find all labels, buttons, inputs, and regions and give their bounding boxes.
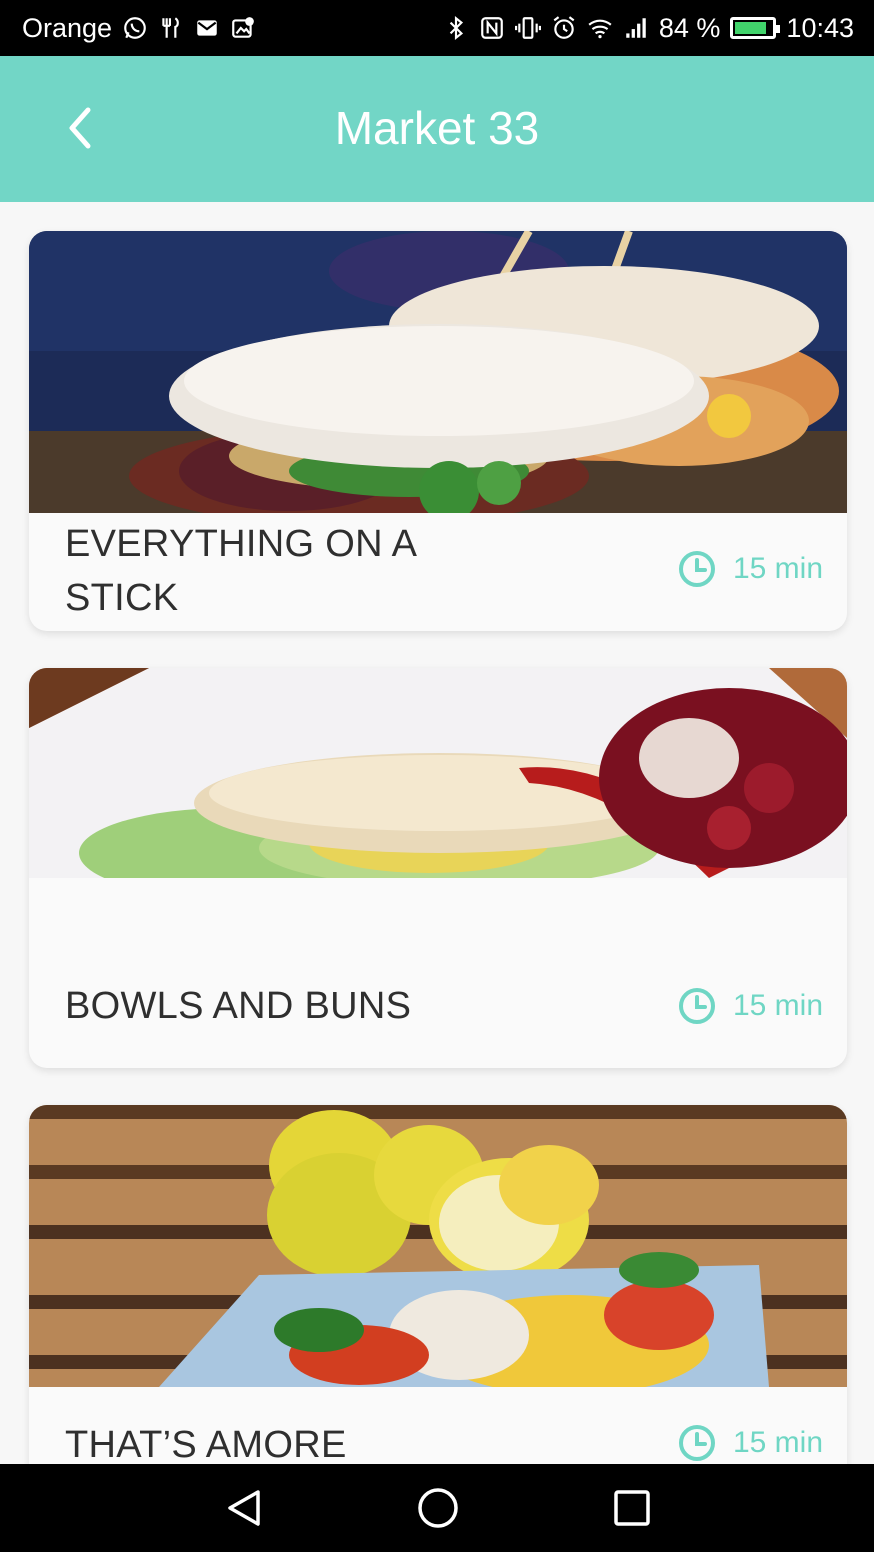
app-header: Market 33 (0, 56, 874, 202)
clock-icon (677, 1423, 717, 1463)
status-bar: Orange 84 % 10:43 (0, 0, 874, 56)
system-nav-bar (0, 1464, 874, 1552)
clock-icon (677, 549, 717, 589)
card-info: BOWLS AND BUNS 15 min (29, 878, 847, 1068)
nav-recents-button[interactable] (610, 1486, 654, 1530)
vibrate-icon (514, 15, 541, 41)
pita-bun-photo (29, 668, 847, 878)
alarm-icon (551, 15, 577, 41)
page-title: Market 33 (334, 102, 540, 154)
card-info: EVERYTHING ON A STICK 15 min (29, 513, 847, 631)
status-bar-right: 84 % 10:43 (443, 13, 854, 44)
nav-home-button[interactable] (416, 1486, 460, 1530)
sandwich-photo (29, 231, 847, 513)
battery-level-fill (735, 22, 766, 34)
prep-time: 15 min (677, 549, 823, 589)
whatsapp-icon (122, 15, 148, 41)
restaurant-card[interactable]: BOWLS AND BUNS 15 min (29, 668, 847, 1068)
signal-icon (623, 15, 649, 41)
bluetooth-icon (443, 15, 469, 41)
home-circle-icon (416, 1486, 460, 1530)
carrier-label: Orange (22, 12, 113, 43)
restaurant-name: BOWLS AND BUNS (65, 985, 412, 1027)
status-time: 10:43 (786, 12, 854, 43)
battery-percent: 84 % (658, 12, 721, 43)
prep-time: 15 min (677, 1423, 823, 1463)
prep-time-label: 15 min (732, 989, 823, 1022)
back-triangle-icon (222, 1486, 266, 1530)
prep-time-label: 15 min (732, 552, 823, 585)
restaurant-list[interactable]: EVERYTHING ON A STICK 15 min BOWLS AND B… (0, 202, 874, 1464)
wifi-icon (587, 15, 613, 41)
clock-icon (677, 986, 717, 1026)
photo-icon (230, 15, 256, 41)
pasta-lemon-photo (29, 1105, 847, 1387)
status-bar-left: Orange (22, 13, 256, 44)
restaurant-card[interactable]: EVERYTHING ON A STICK 15 min (29, 231, 847, 631)
restaurant-icon (158, 15, 184, 41)
restaurant-name: EVERYTHING ON A STICK (65, 523, 416, 619)
recents-square-icon (610, 1486, 654, 1530)
battery-icon (730, 17, 781, 39)
nav-back-button[interactable] (222, 1486, 266, 1530)
nfc-icon (479, 15, 505, 41)
restaurant-name: THAT’S AMORE (65, 1424, 347, 1464)
prep-time-label: 15 min (732, 1426, 823, 1459)
prep-time: 15 min (677, 986, 823, 1026)
card-info: THAT’S AMORE 15 min (29, 1387, 847, 1464)
mail-icon (194, 15, 220, 41)
restaurant-card[interactable]: THAT’S AMORE 15 min (29, 1105, 847, 1464)
